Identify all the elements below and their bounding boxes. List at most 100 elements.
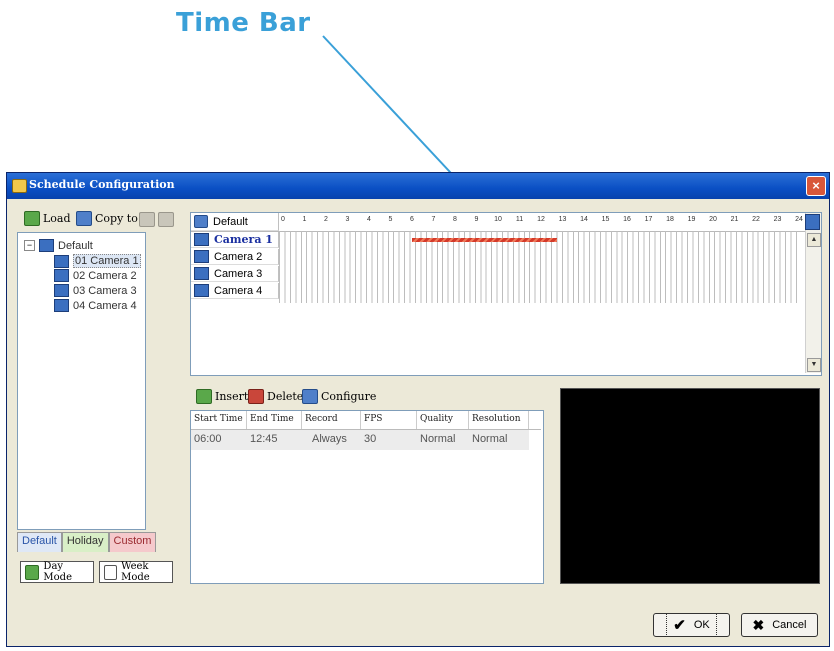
hour-tick-label: 5	[388, 216, 393, 223]
cell-resolution: Normal	[472, 433, 508, 445]
hour-tick-label: 13	[558, 216, 567, 223]
cell-start-time: 06:00	[194, 433, 222, 445]
delete-label: Delete	[267, 390, 304, 403]
copy-to-label: Copy to	[95, 212, 138, 225]
col-end-time[interactable]: End Time	[247, 411, 302, 429]
cancel-label: Cancel	[772, 619, 807, 631]
hour-tick-label: 24	[795, 216, 803, 223]
tree-item-camera-3[interactable]: 03 Camera 3	[54, 284, 137, 297]
camera-icon	[54, 299, 69, 312]
timebar-row-camera-1[interactable]: Camera 1	[191, 232, 279, 248]
col-start-time[interactable]: Start Time	[191, 411, 247, 429]
timebar-row-camera-2[interactable]: Camera 2	[191, 249, 279, 265]
col-quality[interactable]: Quality	[417, 411, 469, 429]
undo-icon[interactable]	[139, 212, 155, 227]
camera-icon	[54, 284, 69, 297]
hour-tick-label: 11	[515, 216, 524, 223]
video-preview	[560, 388, 820, 584]
schedule-table: Start Time End Time Record FPS Quality R…	[190, 410, 544, 584]
redo-icon[interactable]	[158, 212, 174, 227]
configure-button[interactable]: Configure	[302, 389, 376, 404]
cancel-button[interactable]: ✖ Cancel	[741, 613, 818, 637]
copy-to-button[interactable]: Copy to	[76, 211, 138, 226]
hour-tick-label: 12	[537, 216, 545, 223]
delete-button[interactable]: Delete	[248, 389, 303, 404]
hour-tick-label: 23	[773, 216, 782, 223]
cell-end-time: 12:45	[250, 433, 278, 445]
week-mode-button[interactable]: Week Mode	[99, 561, 173, 583]
hour-tick-label: 10	[494, 216, 502, 223]
time-bar-annotation-label: Time Bar	[176, 8, 311, 38]
table-header: Start Time End Time Record FPS Quality R…	[191, 411, 541, 430]
timebar-row-camera-3[interactable]: Camera 3	[191, 266, 279, 282]
copy-icon	[76, 211, 92, 226]
hour-tick-label: 18	[666, 216, 674, 223]
title-bar: Schedule Configuration ×	[7, 173, 829, 199]
schedule-name-header: Default	[191, 213, 279, 231]
hour-tick-label: 6	[410, 216, 414, 223]
tab-holiday[interactable]: Holiday	[61, 532, 109, 552]
app-icon	[12, 179, 27, 193]
camera-tree: − Default 01 Camera 1 02 Camera 2 03 Cam…	[17, 232, 146, 530]
load-button[interactable]: Load	[24, 211, 71, 226]
x-icon: ✖	[752, 616, 765, 633]
scroll-up-icon[interactable]: ▲	[807, 233, 821, 247]
vertical-scrollbar[interactable]: ▲ ▼	[805, 213, 821, 373]
load-icon	[24, 211, 40, 226]
camera-icon	[54, 269, 69, 282]
hour-tick-label: 14	[580, 216, 588, 223]
table-row[interactable]: 06:00 12:45 Always 30 Normal Normal	[191, 430, 529, 450]
hour-tick-label: 19	[687, 216, 696, 223]
hour-tick-label: 9	[474, 216, 479, 223]
tree-root-label: Default	[58, 239, 93, 252]
tree-item-label: 02 Camera 2	[73, 269, 137, 282]
row-label: Camera 3	[214, 267, 263, 280]
tree-item-label: 01 Camera 1	[73, 254, 141, 268]
ok-button[interactable]: ✔ OK	[653, 613, 730, 637]
tree-item-camera-4[interactable]: 04 Camera 4	[54, 299, 137, 312]
camera-icon	[194, 284, 209, 297]
tab-custom[interactable]: Custom	[108, 532, 157, 552]
grid-icon	[194, 215, 208, 228]
day-mode-icon	[25, 564, 40, 580]
row-label: Camera 4	[214, 284, 263, 297]
close-button[interactable]: ×	[806, 176, 826, 196]
tree-item-label: 03 Camera 3	[73, 284, 137, 297]
schedule-name: Default	[213, 215, 248, 228]
schedule-tabs: Default Holiday Custom	[17, 532, 157, 552]
group-icon	[39, 239, 54, 252]
configure-icon	[302, 389, 318, 404]
cell-quality: Normal	[420, 433, 456, 445]
hour-tick-label: 20	[709, 216, 717, 223]
tree-root[interactable]: − Default	[24, 239, 93, 252]
tree-item-camera-1[interactable]: 01 Camera 1	[54, 254, 141, 268]
day-mode-button[interactable]: Day Mode	[20, 561, 94, 583]
timebar-row-camera-4[interactable]: Camera 4	[191, 283, 279, 299]
load-label: Load	[43, 212, 71, 225]
tab-default[interactable]: Default	[17, 532, 62, 552]
insert-icon	[196, 389, 212, 404]
camera-icon	[194, 267, 209, 280]
row-label: Camera 1	[214, 233, 273, 246]
schedule-bar[interactable]	[412, 238, 558, 242]
col-resolution[interactable]: Resolution	[469, 411, 529, 429]
camera-icon	[194, 233, 209, 246]
insert-button[interactable]: Insert	[196, 389, 248, 404]
scroll-down-icon[interactable]: ▼	[807, 358, 821, 372]
ok-label: OK	[693, 619, 710, 631]
row-label: Camera 2	[214, 250, 263, 263]
tree-item-camera-2[interactable]: 02 Camera 2	[54, 269, 137, 282]
day-mode-label: Day Mode	[43, 561, 73, 583]
hour-tick-label: 1	[302, 216, 307, 223]
grid-view-icon[interactable]	[805, 214, 820, 230]
hour-tick-label: 15	[601, 216, 610, 223]
collapse-icon[interactable]: −	[24, 240, 35, 251]
week-mode-label: Week Mode	[121, 561, 150, 583]
hour-tick-label: 4	[367, 216, 371, 223]
hour-tick-label: 8	[453, 216, 457, 223]
hour-tick-label: 22	[752, 216, 760, 223]
col-fps[interactable]: FPS	[361, 411, 417, 429]
col-record[interactable]: Record	[302, 411, 361, 429]
cell-fps: 30	[364, 433, 377, 445]
hour-tick-label: 17	[644, 216, 653, 223]
